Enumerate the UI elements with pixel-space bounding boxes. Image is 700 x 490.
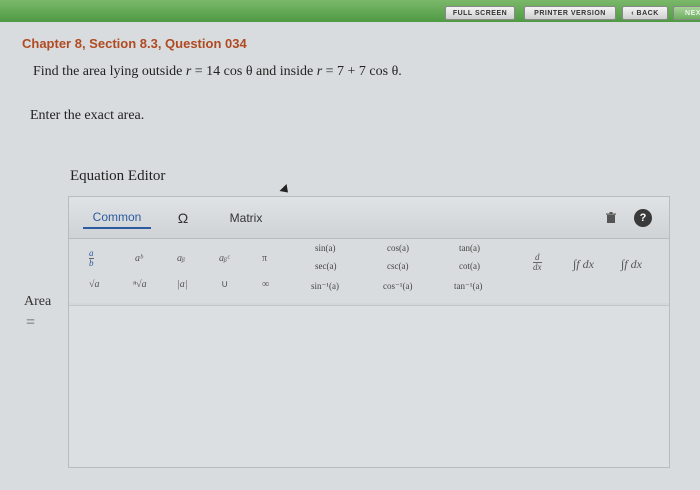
editor-tab-bar: Common Ω Matrix ? [69, 197, 669, 239]
tab-greek[interactable]: Ω [169, 207, 197, 229]
chapter-title: Chapter 8, Section 8.3, Question 034 [22, 36, 247, 51]
trash-icon[interactable] [602, 209, 620, 227]
printer-version-button[interactable]: PRINTER VERSION [524, 6, 616, 20]
power-button[interactable]: aᵇ [135, 253, 143, 264]
top-toolbar: FULL SCREEN PRINTER VERSION ‹ BACK NEX [0, 0, 700, 22]
tab-common[interactable]: Common [83, 207, 151, 229]
union-button[interactable]: ∪ [221, 279, 228, 290]
pi-button[interactable]: π [262, 253, 267, 264]
arcsin-button[interactable]: sin⁻¹(a) [311, 281, 339, 292]
sqrt-button[interactable]: √a [89, 279, 100, 290]
nthroot-button[interactable]: ⁿ√a [133, 279, 147, 290]
infinity-button[interactable]: ∞ [262, 279, 269, 290]
fraction-denominator: b [89, 258, 94, 268]
subsup-button[interactable]: aᵦᶜ [219, 253, 229, 264]
answer-input[interactable] [69, 305, 669, 467]
back-button[interactable]: ‹ BACK [622, 6, 668, 20]
integral-button[interactable]: ∫f dx [573, 257, 594, 272]
question-eq1: = 14 cos θ [191, 64, 253, 79]
symbol-palette: ab aᵇ aᵦ aᵦᶜ π √a ⁿ√a |a| ∪ ∞ sin(a) cos… [69, 239, 669, 303]
area-label: Area [24, 294, 52, 309]
derivative-denominator: dx [533, 262, 542, 272]
next-button[interactable]: NEX [673, 6, 700, 20]
help-icon[interactable]: ? [634, 209, 652, 227]
cot-button[interactable]: cot(a) [459, 261, 480, 271]
full-screen-button[interactable]: FULL SCREEN [445, 6, 515, 20]
arctan-button[interactable]: tan⁻¹(a) [454, 281, 482, 292]
equation-editor-label: Equation Editor [70, 168, 166, 184]
equation-editor: Common Ω Matrix ? ab aᵇ aᵦ aᵦᶜ π √a ⁿ√a … [68, 196, 670, 468]
tab-matrix[interactable]: Matrix [221, 207, 271, 229]
question-text: Find the area lying outside r = 14 cos θ… [33, 64, 402, 80]
derivative-button[interactable]: d dx [533, 253, 542, 273]
question-eq2: = 7 + 7 cos θ. [322, 64, 402, 79]
question-prefix: Find the area lying outside [33, 64, 186, 79]
sec-button[interactable]: sec(a) [315, 261, 336, 271]
arccos-button[interactable]: cos⁻¹(a) [383, 281, 412, 292]
abs-button[interactable]: |a| [177, 279, 188, 290]
csc-button[interactable]: csc(a) [387, 261, 408, 271]
question-mid: and inside [252, 64, 317, 79]
instruction-text: Enter the exact area. [30, 108, 145, 123]
cos-button[interactable]: cos(a) [387, 243, 409, 253]
mouse-cursor-icon [279, 183, 292, 197]
subscript-button[interactable]: aᵦ [177, 253, 185, 264]
tan-button[interactable]: tan(a) [459, 243, 480, 253]
definite-integral-button[interactable]: ∫f dx [621, 257, 642, 272]
equals-sign: = [26, 314, 36, 331]
sin-button[interactable]: sin(a) [315, 243, 336, 253]
fraction-button[interactable]: ab [89, 249, 94, 269]
